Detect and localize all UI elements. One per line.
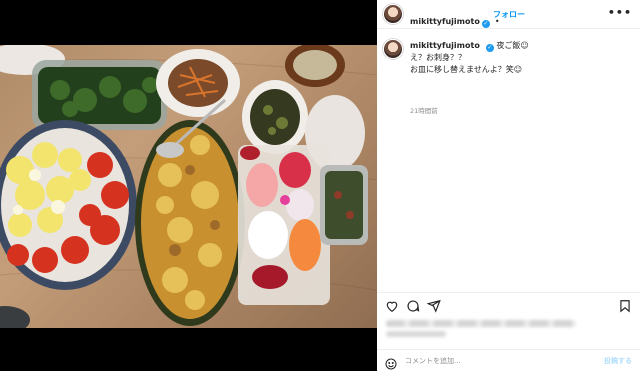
caption-username-link[interactable]: mikittyfujimoto	[410, 41, 480, 50]
bookmark-icon[interactable]	[618, 298, 632, 313]
smiley-icon[interactable]	[385, 355, 397, 370]
caption-avatar[interactable]	[383, 39, 403, 59]
caption-line-2: え？お刺身？？	[410, 53, 466, 62]
heart-icon[interactable]	[385, 298, 399, 312]
header-user: mikittyfujimoto ✓ •	[410, 9, 500, 28]
dinner-table-illustration	[0, 45, 377, 328]
post-side-panel: mikittyfujimoto ✓ • フォロー ••• mikittyfujim…	[377, 0, 640, 371]
comment-input[interactable]	[405, 354, 585, 368]
more-options-icon[interactable]: •••	[608, 6, 632, 19]
avatar[interactable]	[383, 4, 403, 24]
username-link[interactable]: mikittyfujimoto	[410, 17, 480, 26]
likes-info-blurred-2	[386, 331, 446, 337]
comment-icon[interactable]	[406, 298, 420, 312]
comment-bar: 投稿する	[377, 349, 640, 371]
caption-line-3: お皿に移し替えませんよ？笑☺︎	[410, 65, 523, 74]
caption-text: mikittyfujimoto ✓ 夜ご飯☺︎ え？お刺身？？ お皿に移し替えませ…	[410, 40, 529, 76]
post-media[interactable]	[0, 0, 377, 371]
caption-verified-badge-icon: ✓	[485, 44, 494, 52]
post-timestamp[interactable]: 21時間前	[410, 105, 438, 115]
share-icon[interactable]	[426, 298, 441, 313]
post-photo-dinner-table	[0, 45, 377, 328]
follow-button[interactable]: フォロー	[493, 9, 525, 20]
likes-info-blurred	[386, 320, 576, 327]
caption-line1-text: 夜ご飯☺︎	[496, 41, 529, 50]
verified-badge-icon: ✓	[481, 20, 490, 28]
caption-line-1: mikittyfujimoto ✓ 夜ご飯☺︎	[410, 40, 529, 52]
post-actions	[377, 292, 640, 314]
post-comment-button[interactable]: 投稿する	[604, 356, 632, 366]
post-header: mikittyfujimoto ✓ • フォロー •••	[377, 0, 640, 29]
